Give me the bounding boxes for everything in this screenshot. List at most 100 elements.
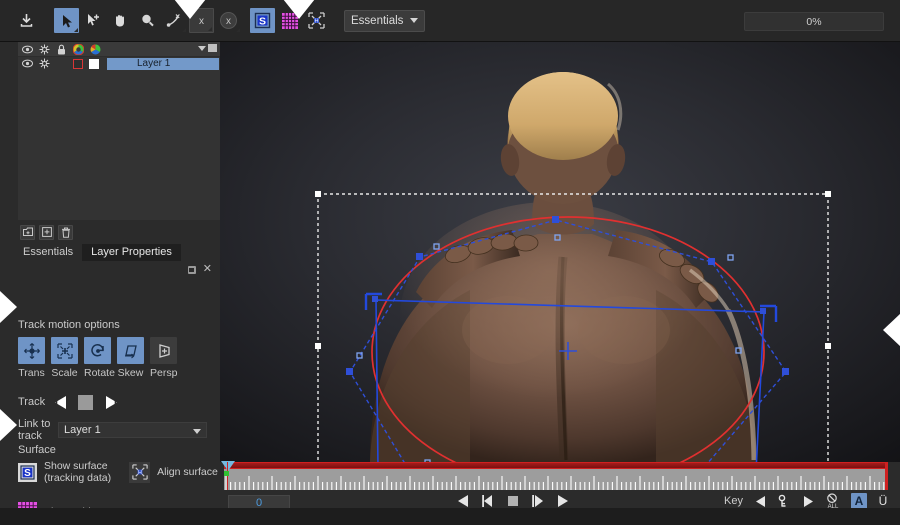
chevron-down-icon [410, 18, 419, 23]
timeline-ruler[interactable] [224, 469, 887, 490]
tab-label: Essentials [23, 246, 74, 258]
prev-key-button[interactable] [753, 494, 768, 509]
left-panel-column: Layers ✕ [0, 42, 220, 525]
auto-key-button[interactable]: A [851, 493, 867, 509]
track-controls-row: Track [0, 391, 220, 413]
list-item[interactable]: Layer 1 [107, 57, 219, 70]
settings-sun-icon[interactable] [39, 44, 50, 55]
track-motion-section-label: Track motion options [18, 319, 120, 331]
step-forward-button[interactable] [530, 493, 546, 509]
next-key-button[interactable] [801, 494, 816, 509]
track-motion-labels: Trans Scale Rotate Skew Persp [18, 367, 177, 379]
motion-option-rotate[interactable] [84, 337, 111, 364]
svg-text:H: H [314, 19, 318, 25]
attention-arrow-1 [174, 0, 206, 19]
panel-menu-box-icon[interactable] [208, 44, 217, 52]
status-strip [0, 508, 900, 525]
attention-arrow-right-1 [883, 313, 900, 347]
stop-button[interactable] [505, 493, 521, 509]
surface-s-icon[interactable]: S [250, 8, 275, 33]
link-to-track-value: Layer 1 [64, 424, 101, 436]
color-wheel-filled-icon[interactable] [90, 44, 101, 55]
delete-all-keys-icon[interactable]: ALL [825, 493, 842, 509]
top-toolbar: x x S H Essentials 0% [0, 0, 900, 42]
motion-option-scale[interactable] [51, 337, 78, 364]
add-key-icon[interactable] [777, 494, 792, 509]
svg-text:H: H [138, 470, 142, 476]
track-backward-icon[interactable] [50, 393, 70, 411]
key-label: Key [724, 495, 743, 507]
track-forward-icon[interactable] [101, 393, 121, 411]
layers-list-body[interactable] [18, 70, 220, 220]
properties-panel-header: ✕ [0, 261, 220, 278]
select-arrow-icon[interactable] [54, 8, 79, 33]
x-circle-icon[interactable]: x [216, 8, 241, 33]
out-point-marker[interactable] [885, 462, 888, 490]
tab-layer-properties[interactable]: Layer Properties [82, 244, 181, 261]
timeline-playhead[interactable] [221, 461, 235, 471]
add-point-icon[interactable] [81, 8, 106, 33]
progress-value: 0% [806, 15, 822, 28]
playhead-line [227, 462, 228, 490]
current-frame-value: 0 [255, 496, 263, 509]
show-surface-line1: Show surface [44, 460, 108, 472]
lock-icon[interactable] [56, 44, 67, 55]
transport-controls [455, 493, 571, 509]
track-stop-icon[interactable] [78, 394, 93, 410]
play-reverse-button[interactable] [455, 493, 471, 509]
workspace-label: Essentials [351, 14, 404, 27]
panel-tabs: Essentials Layer Properties [0, 242, 220, 261]
tab-essentials[interactable]: Essentials [14, 244, 82, 261]
table-row[interactable]: Layer 1 [18, 57, 220, 70]
viewer-canvas[interactable] [220, 42, 900, 462]
eye-icon[interactable] [22, 58, 33, 69]
in-point-marker[interactable] [224, 471, 229, 476]
svg-text:x: x [226, 16, 231, 27]
zoom-magnifier-icon[interactable] [135, 8, 160, 33]
eye-icon[interactable] [22, 44, 33, 55]
import-icon[interactable] [14, 8, 39, 33]
close-panel-icon[interactable]: ✕ [203, 264, 212, 275]
mocha-tracking-app: x x S H Essentials 0% Layer 1 Essentials… [0, 0, 900, 525]
auto-key-label: A [854, 494, 864, 508]
motion-label-scale: Scale [51, 367, 78, 379]
attention-arrow-2 [283, 0, 315, 19]
u-umlaut-button[interactable]: Ü [876, 494, 890, 508]
panel-menu-icon[interactable] [198, 45, 206, 51]
track-label: Track [18, 396, 46, 408]
workspace-selector[interactable]: Essentials [344, 9, 426, 32]
chevron-down-icon [193, 429, 201, 434]
motion-option-trans[interactable] [18, 337, 45, 364]
link-to-track-row: Link to track Layer 1 [0, 418, 220, 442]
layers-panel: Layer 1 [18, 42, 220, 220]
motion-label-trans: Trans [18, 367, 45, 379]
duplicate-layer-icon[interactable] [39, 224, 54, 240]
hand-pan-icon[interactable] [108, 8, 133, 33]
color-wheel-outline-icon[interactable] [73, 43, 84, 55]
key-controls: Key ALL A Ü [724, 493, 890, 509]
tab-label: Layer Properties [91, 246, 172, 258]
delete-layer-icon[interactable] [58, 224, 73, 240]
settings-sun-icon[interactable] [39, 58, 50, 69]
svg-text:S: S [24, 468, 31, 479]
link-to-track-select[interactable]: Layer 1 [58, 422, 207, 438]
play-forward-button[interactable] [555, 493, 571, 509]
canvas-content [220, 42, 900, 462]
surface-s-icon[interactable]: S [18, 462, 37, 482]
layers-column-header [18, 42, 220, 57]
step-back-button[interactable] [480, 493, 496, 509]
show-surface-row: S Show surface (tracking data) H Align s… [18, 460, 218, 484]
new-layer-icon[interactable] [20, 224, 35, 240]
show-surface-label: Show surface (tracking data) [44, 460, 111, 484]
layer-outline-swatch[interactable] [73, 58, 83, 69]
layer-properties-panel: ✕ Track motion options Trans Scale Rotat… [0, 261, 220, 525]
motion-option-skew[interactable] [117, 337, 144, 364]
layer-name-label: Layer 1 [137, 58, 171, 69]
timeline-range-bar[interactable] [224, 462, 887, 469]
motion-label-persp: Persp [150, 367, 178, 379]
align-surface-icon[interactable]: H [129, 461, 151, 483]
layer-fill-swatch[interactable] [89, 58, 99, 69]
float-panel-icon[interactable] [187, 265, 196, 274]
motion-option-persp[interactable] [150, 337, 177, 364]
progress-indicator: 0% [744, 12, 884, 31]
